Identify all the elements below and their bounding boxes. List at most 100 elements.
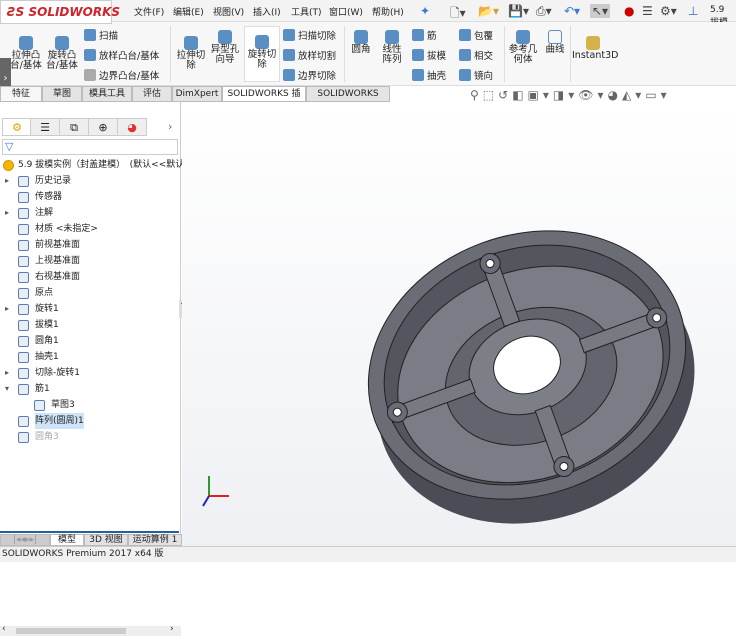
property-manager-tab-icon[interactable]: ☰ [30,118,60,136]
menu-help[interactable]: 帮助(H) [372,5,404,18]
undo-icon[interactable]: ↶▾ [564,4,580,18]
tab-nav-arrows[interactable]: |◂◂▸▸| [0,534,50,546]
shell-button[interactable]: 抽壳 [412,68,446,82]
zoom-to-fit-icon[interactable]: ⚲ [470,88,483,102]
wrap-button[interactable]: 包覆 [459,28,493,42]
print-icon[interactable]: ⎙▾ [536,4,552,19]
chevron-right-icon[interactable]: ▸ [5,301,9,317]
dimxpert-manager-tab-icon[interactable]: ⊕ [88,118,118,136]
tab-evaluate[interactable]: 评估 [132,86,172,102]
horizontal-scrollbar[interactable]: ‹ › [0,624,181,636]
display-manager-tab-icon[interactable]: ◕ [117,118,147,136]
save-icon[interactable]: 💾▾ [508,4,529,18]
mirror-button[interactable]: 镜向 [459,68,493,82]
hide-show-icon[interactable]: 👁▾ [578,88,607,102]
part-model[interactable] [182,102,736,546]
instant3d-button[interactable]: Instant3D [572,36,618,61]
graphics-viewport[interactable] [182,102,736,546]
fillet-button[interactable]: 圆角 [348,30,374,55]
tab-sketch[interactable]: 草图 [42,86,82,102]
select-icon[interactable]: ↖▾ [590,4,611,18]
solidworks-logo[interactable]: ƧS SOLIDWORKS [0,0,120,24]
tab-solidworks-addins[interactable]: SOLIDWORKS 插件 [222,86,306,113]
tree-item[interactable]: 拔模1 [0,317,181,333]
curves-button[interactable]: 曲线 [542,30,568,55]
loft-cut-button[interactable]: 放样切割 [283,48,336,62]
chevron-right-icon[interactable]: › [168,120,172,133]
tab-solidworks-mbd[interactable]: SOLIDWORKS MBD [306,86,390,113]
tab-motion-study-1[interactable]: 运动算例 1 [128,534,182,546]
tree-item[interactable]: 原点 [0,285,181,301]
options-gear-icon[interactable]: ⚙▾ [660,4,677,18]
appearance-icon[interactable]: ◕ [608,88,622,102]
rollback-bar[interactable] [0,531,179,533]
menu-file[interactable]: 文件(F) [134,5,164,18]
previous-view-icon[interactable]: ↺ [498,88,512,102]
chevron-down-icon[interactable]: ▾ [5,381,9,397]
section-view-icon[interactable]: ◧ [512,88,527,102]
sweep-button[interactable]: 扫描 [84,28,118,42]
tree-item[interactable]: 材质 <未指定> [0,221,181,237]
rebuild-icon[interactable]: ● [624,4,634,18]
tab-dimxpert[interactable]: DimXpert [172,86,222,102]
file-properties-icon[interactable]: ☰ [642,4,653,18]
tree-item[interactable]: ▾ 筋1 [0,381,181,397]
boundary-cut-icon [283,69,295,81]
reference-geometry-button[interactable]: 参考几何体 [508,30,538,65]
tab-3d-views[interactable]: 3D 视图 [84,534,128,546]
revolve-cut-button[interactable]: 旋转切除 [244,26,280,82]
tree-item[interactable]: 圆角3 [0,429,181,445]
view-orientation-icon[interactable]: ▣▾ [528,88,553,102]
tree-item[interactable]: ▸ 注解 [0,205,181,221]
configuration-manager-tab-icon[interactable]: ⧉ [59,118,89,136]
chevron-right-icon[interactable]: ▸ [5,205,9,221]
tab-mold-tools[interactable]: 模具工具 [82,86,132,102]
linear-pattern-button[interactable]: 线性阵列 [378,30,406,65]
hole-wizard-button[interactable]: 异型孔向导 [210,30,240,65]
tree-item[interactable]: 阵列(圆周)1 [0,413,181,429]
boundary-boss-button[interactable]: 边界凸台/基体 [84,68,159,82]
feature-manager-tab-icon[interactable]: ⚙ [2,118,32,136]
tree-item[interactable]: 圆角1 [0,333,181,349]
pin-icon[interactable]: ✦ [420,4,430,18]
menu-view[interactable]: 视图(V) [213,5,244,18]
tree-item[interactable]: 抽壳1 [0,349,181,365]
tree-item[interactable]: ▸ 旋转1 [0,301,181,317]
sweep-cut-button[interactable]: 扫描切除 [283,28,336,42]
intersect-button[interactable]: 相交 [459,48,493,62]
boundary-cut-button[interactable]: 边界切除 [283,68,336,82]
loft-boss-button[interactable]: 放样凸台/基体 [84,48,159,62]
part-icon [3,160,14,171]
rib-button[interactable]: 筋 [412,28,437,42]
menu-edit[interactable]: 编辑(E) [173,5,204,18]
zoom-area-icon[interactable]: ⬚ [483,88,498,102]
revolve-boss-button[interactable]: 旋转凸台/基体 [46,36,78,71]
chevron-right-icon[interactable]: ▸ [5,365,9,381]
view-settings-icon[interactable]: ▭▾ [645,88,670,102]
scene-icon[interactable]: ◭▾ [622,88,645,102]
scroll-right-icon[interactable]: › [170,624,174,634]
tree-item[interactable]: 上视基准面 [0,253,181,269]
tree-item[interactable]: 草图3 [0,397,181,413]
scroll-thumb[interactable] [16,628,126,634]
tree-item[interactable]: 右视基准面 [0,269,181,285]
menu-insert[interactable]: 插入(I) [253,5,281,18]
menu-tools[interactable]: 工具(T) [291,5,322,18]
tree-item[interactable]: ▸ 历史记录 [0,173,181,189]
open-file-icon[interactable]: 📂▾ [478,4,499,18]
display-style-icon[interactable]: ◨▾ [553,88,578,102]
tree-root[interactable]: 5.9 拔模实例（封盖建模） (默认<<默认 [0,157,184,173]
tree-item[interactable]: ▸ 切除-旋转1 [0,365,181,381]
tree-item[interactable]: 前视基准面 [0,237,181,253]
extrude-cut-button[interactable]: 拉伸切除 [176,36,206,71]
scroll-left-icon[interactable]: ‹ [2,624,6,634]
menu-window[interactable]: 窗口(W) [329,5,363,18]
tab-model[interactable]: 模型 [50,534,84,546]
tree-item[interactable]: 传感器 [0,189,181,205]
tab-features[interactable]: 特征 [0,86,42,102]
chevron-right-icon[interactable]: ▸ [5,173,9,189]
draft-button[interactable]: 拔模 [412,48,446,62]
tree-filter-input[interactable]: ▽ [2,139,178,155]
extrude-boss-button[interactable]: 拉伸凸台/基体 [10,36,42,71]
linear-pattern-icon [385,30,399,44]
